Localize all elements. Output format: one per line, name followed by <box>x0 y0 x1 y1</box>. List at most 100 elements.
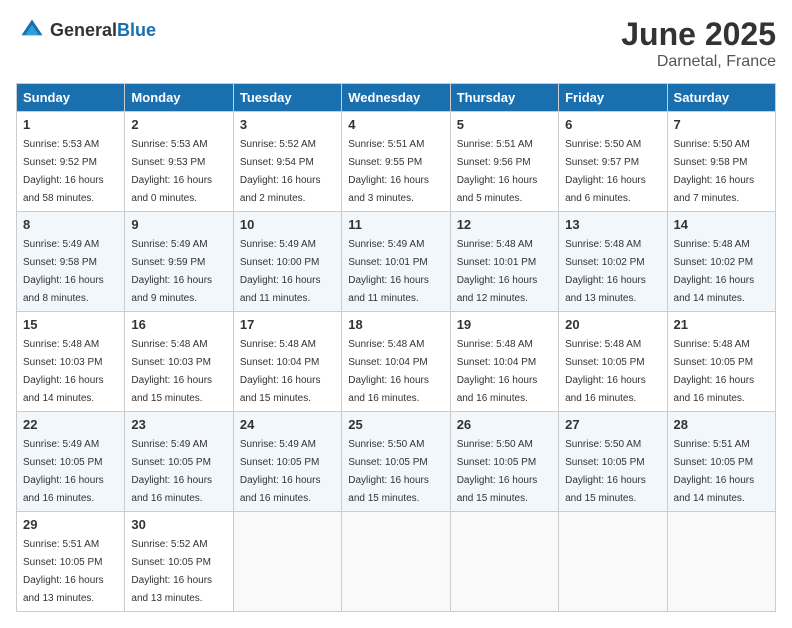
calendar-cell: 24 Sunrise: 5:49 AMSunset: 10:05 PMDayli… <box>233 412 341 512</box>
day-info: Sunrise: 5:51 AMSunset: 10:05 PMDaylight… <box>674 439 755 504</box>
calendar-row-2: 8 Sunrise: 5:49 AMSunset: 9:58 PMDayligh… <box>17 212 776 312</box>
header-tuesday: Tuesday <box>233 84 341 112</box>
calendar-cell: 9 Sunrise: 5:49 AMSunset: 9:59 PMDayligh… <box>125 212 233 312</box>
day-info: Sunrise: 5:49 AMSunset: 10:05 PMDaylight… <box>131 439 212 504</box>
day-number: 18 <box>348 317 443 332</box>
calendar-cell: 14 Sunrise: 5:48 AMSunset: 10:02 PMDayli… <box>667 212 775 312</box>
day-number: 22 <box>23 417 118 432</box>
day-number: 3 <box>240 117 335 132</box>
day-number: 15 <box>23 317 118 332</box>
calendar-cell: 5 Sunrise: 5:51 AMSunset: 9:56 PMDayligh… <box>450 112 558 212</box>
day-number: 21 <box>674 317 769 332</box>
day-number: 8 <box>23 217 118 232</box>
calendar-cell: 13 Sunrise: 5:48 AMSunset: 10:02 PMDayli… <box>559 212 667 312</box>
calendar-cell: 22 Sunrise: 5:49 AMSunset: 10:05 PMDayli… <box>17 412 125 512</box>
calendar-cell: 23 Sunrise: 5:49 AMSunset: 10:05 PMDayli… <box>125 412 233 512</box>
logo-icon <box>18 16 46 44</box>
day-info: Sunrise: 5:51 AMSunset: 9:55 PMDaylight:… <box>348 139 429 204</box>
day-info: Sunrise: 5:49 AMSunset: 9:59 PMDaylight:… <box>131 239 212 304</box>
day-info: Sunrise: 5:48 AMSunset: 10:02 PMDaylight… <box>565 239 646 304</box>
calendar-cell: 11 Sunrise: 5:49 AMSunset: 10:01 PMDayli… <box>342 212 450 312</box>
calendar-cell: 17 Sunrise: 5:48 AMSunset: 10:04 PMDayli… <box>233 312 341 412</box>
calendar-cell: 19 Sunrise: 5:48 AMSunset: 10:04 PMDayli… <box>450 312 558 412</box>
day-number: 7 <box>674 117 769 132</box>
day-info: Sunrise: 5:52 AMSunset: 10:05 PMDaylight… <box>131 539 212 604</box>
day-info: Sunrise: 5:49 AMSunset: 9:58 PMDaylight:… <box>23 239 104 304</box>
day-info: Sunrise: 5:48 AMSunset: 10:04 PMDaylight… <box>457 339 538 404</box>
location-title: Darnetal, France <box>621 53 776 71</box>
calendar-cell: 21 Sunrise: 5:48 AMSunset: 10:05 PMDayli… <box>667 312 775 412</box>
logo-blue-text: Blue <box>117 20 156 40</box>
calendar-row-5: 29 Sunrise: 5:51 AMSunset: 10:05 PMDayli… <box>17 512 776 612</box>
day-info: Sunrise: 5:50 AMSunset: 9:58 PMDaylight:… <box>674 139 755 204</box>
weekday-header-row: Sunday Monday Tuesday Wednesday Thursday… <box>17 84 776 112</box>
header-wednesday: Wednesday <box>342 84 450 112</box>
calendar-cell: 15 Sunrise: 5:48 AMSunset: 10:03 PMDayli… <box>17 312 125 412</box>
day-info: Sunrise: 5:48 AMSunset: 10:02 PMDaylight… <box>674 239 755 304</box>
day-info: Sunrise: 5:49 AMSunset: 10:05 PMDaylight… <box>23 439 104 504</box>
day-number: 13 <box>565 217 660 232</box>
day-number: 4 <box>348 117 443 132</box>
header-sunday: Sunday <box>17 84 125 112</box>
day-number: 29 <box>23 517 118 532</box>
day-number: 17 <box>240 317 335 332</box>
day-info: Sunrise: 5:48 AMSunset: 10:05 PMDaylight… <box>674 339 755 404</box>
calendar-cell: 3 Sunrise: 5:52 AMSunset: 9:54 PMDayligh… <box>233 112 341 212</box>
day-info: Sunrise: 5:49 AMSunset: 10:05 PMDaylight… <box>240 439 321 504</box>
day-info: Sunrise: 5:51 AMSunset: 9:56 PMDaylight:… <box>457 139 538 204</box>
day-number: 9 <box>131 217 226 232</box>
day-number: 23 <box>131 417 226 432</box>
calendar-table: Sunday Monday Tuesday Wednesday Thursday… <box>16 83 776 612</box>
calendar-cell: 12 Sunrise: 5:48 AMSunset: 10:01 PMDayli… <box>450 212 558 312</box>
day-number: 20 <box>565 317 660 332</box>
day-number: 1 <box>23 117 118 132</box>
header-monday: Monday <box>125 84 233 112</box>
calendar-cell: 2 Sunrise: 5:53 AMSunset: 9:53 PMDayligh… <box>125 112 233 212</box>
calendar-cell: 8 Sunrise: 5:49 AMSunset: 9:58 PMDayligh… <box>17 212 125 312</box>
day-number: 11 <box>348 217 443 232</box>
day-number: 30 <box>131 517 226 532</box>
calendar-cell <box>667 512 775 612</box>
calendar-cell: 26 Sunrise: 5:50 AMSunset: 10:05 PMDayli… <box>450 412 558 512</box>
day-number: 5 <box>457 117 552 132</box>
day-info: Sunrise: 5:52 AMSunset: 9:54 PMDaylight:… <box>240 139 321 204</box>
day-number: 26 <box>457 417 552 432</box>
calendar-cell <box>342 512 450 612</box>
calendar-cell: 28 Sunrise: 5:51 AMSunset: 10:05 PMDayli… <box>667 412 775 512</box>
day-number: 16 <box>131 317 226 332</box>
calendar-cell <box>233 512 341 612</box>
calendar-cell: 10 Sunrise: 5:49 AMSunset: 10:00 PMDayli… <box>233 212 341 312</box>
header-friday: Friday <box>559 84 667 112</box>
header-thursday: Thursday <box>450 84 558 112</box>
day-info: Sunrise: 5:48 AMSunset: 10:03 PMDaylight… <box>23 339 104 404</box>
calendar-row-3: 15 Sunrise: 5:48 AMSunset: 10:03 PMDayli… <box>17 312 776 412</box>
day-info: Sunrise: 5:48 AMSunset: 10:01 PMDaylight… <box>457 239 538 304</box>
day-info: Sunrise: 5:50 AMSunset: 10:05 PMDaylight… <box>348 439 429 504</box>
day-info: Sunrise: 5:48 AMSunset: 10:05 PMDaylight… <box>565 339 646 404</box>
calendar-cell: 20 Sunrise: 5:48 AMSunset: 10:05 PMDayli… <box>559 312 667 412</box>
title-block: June 2025 Darnetal, France <box>621 16 776 71</box>
day-number: 28 <box>674 417 769 432</box>
calendar-cell: 6 Sunrise: 5:50 AMSunset: 9:57 PMDayligh… <box>559 112 667 212</box>
day-info: Sunrise: 5:48 AMSunset: 10:04 PMDaylight… <box>348 339 429 404</box>
calendar-cell <box>559 512 667 612</box>
calendar-row-4: 22 Sunrise: 5:49 AMSunset: 10:05 PMDayli… <box>17 412 776 512</box>
day-info: Sunrise: 5:49 AMSunset: 10:01 PMDaylight… <box>348 239 429 304</box>
day-number: 12 <box>457 217 552 232</box>
month-title: June 2025 <box>621 16 776 53</box>
day-info: Sunrise: 5:50 AMSunset: 9:57 PMDaylight:… <box>565 139 646 204</box>
day-info: Sunrise: 5:50 AMSunset: 10:05 PMDaylight… <box>457 439 538 504</box>
day-number: 25 <box>348 417 443 432</box>
day-number: 2 <box>131 117 226 132</box>
day-info: Sunrise: 5:48 AMSunset: 10:04 PMDaylight… <box>240 339 321 404</box>
calendar-cell <box>450 512 558 612</box>
day-info: Sunrise: 5:53 AMSunset: 9:53 PMDaylight:… <box>131 139 212 204</box>
calendar-cell: 30 Sunrise: 5:52 AMSunset: 10:05 PMDayli… <box>125 512 233 612</box>
day-info: Sunrise: 5:49 AMSunset: 10:00 PMDaylight… <box>240 239 321 304</box>
day-info: Sunrise: 5:50 AMSunset: 10:05 PMDaylight… <box>565 439 646 504</box>
day-number: 24 <box>240 417 335 432</box>
page-header: GeneralBlue June 2025 Darnetal, France <box>16 16 776 71</box>
logo-general-text: General <box>50 20 117 40</box>
calendar-cell: 7 Sunrise: 5:50 AMSunset: 9:58 PMDayligh… <box>667 112 775 212</box>
header-saturday: Saturday <box>667 84 775 112</box>
